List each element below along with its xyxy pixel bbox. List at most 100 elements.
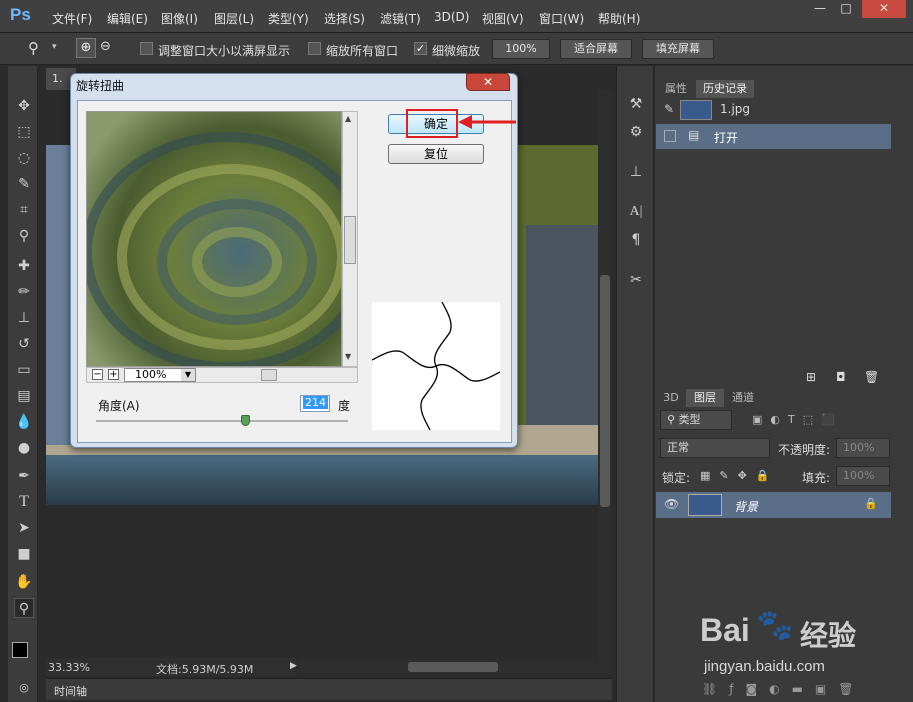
preview-h-scroll-thumb[interactable] [261, 369, 277, 381]
menu-bar: Ps 文件(F) 编辑(E) 图像(I) 图层(L) 类型(Y) 选择(S) 滤… [0, 0, 913, 33]
menu-image[interactable]: 图像(I) [161, 10, 198, 27]
path-select-tool-icon[interactable]: ➤ [14, 518, 34, 538]
history-item[interactable]: ▤ 打开 [656, 124, 891, 149]
menu-layer[interactable]: 图层(L) [214, 10, 254, 27]
camera-icon[interactable]: ◘ [836, 370, 846, 384]
scroll-up-icon[interactable]: ▲ [345, 114, 351, 123]
paragraph-icon[interactable]: ¶ [626, 230, 646, 250]
lasso-tool-icon[interactable]: ◌ [14, 148, 34, 168]
zoom-tool-icon[interactable]: ⚲ [28, 39, 39, 57]
quick-mask-icon[interactable]: ◎ [14, 678, 34, 698]
watermark-brand: Bai [700, 612, 750, 648]
healing-brush-tool-icon[interactable]: ✚ [14, 256, 34, 276]
preview-vertical-scrollbar[interactable]: ▲ ▼ [342, 111, 358, 367]
close-button[interactable]: ✕ [862, 0, 906, 18]
hand-tool-icon[interactable]: ✋ [14, 572, 34, 592]
zoom-all-checkbox[interactable] [308, 42, 321, 55]
restore-button[interactable]: □ [832, 0, 860, 18]
layer-footer-icons[interactable]: ⛓ƒ◙◐▬▣🗑 [702, 682, 865, 696]
clone-source-icon[interactable]: ⊥ [626, 162, 646, 182]
tab-channels[interactable]: 通道 [726, 389, 760, 407]
resize-windows-checkbox[interactable] [140, 42, 153, 55]
angle-input[interactable]: 214 [300, 395, 330, 412]
chevron-down-icon[interactable]: ▼ [181, 369, 195, 381]
canvas-vertical-scroll-thumb[interactable] [600, 275, 610, 507]
dodge-tool-icon[interactable]: ● [14, 438, 34, 458]
tab-layers[interactable]: 图层 [686, 389, 724, 407]
character-icon[interactable]: A| [626, 202, 646, 222]
pen-tool-icon[interactable]: ✒ [14, 466, 34, 486]
zoom-100-button[interactable]: 100% [492, 39, 550, 59]
type-tool-icon[interactable]: T [14, 492, 34, 512]
brush-presets-icon[interactable]: ⚒ [626, 94, 646, 114]
menu-select[interactable]: 选择(S) [324, 10, 365, 27]
fill-screen-button[interactable]: 填充屏幕 [642, 39, 714, 59]
angle-unit: 度 [338, 399, 351, 413]
gradient-tool-icon[interactable]: ▤ [14, 386, 34, 406]
menu-view[interactable]: 视图(V) [482, 10, 524, 27]
menu-help[interactable]: 帮助(H) [598, 10, 640, 27]
dialog-close-button[interactable]: ✕ [466, 73, 510, 91]
history-checkbox[interactable] [664, 130, 676, 142]
zoom-out-icon[interactable]: ⊖ [100, 39, 111, 54]
paw-logo-icon: 🐾 [756, 608, 794, 643]
menu-filter[interactable]: 滤镜(T) [380, 10, 421, 27]
quick-select-tool-icon[interactable]: ✎ [14, 174, 34, 194]
fill-label: 填充: [802, 471, 831, 485]
lock-icons[interactable]: ▦✎✥🔒 [700, 469, 779, 482]
layer-row[interactable]: 👁 背景 🔒 [656, 492, 891, 518]
chevron-down-icon[interactable]: ▾ [52, 42, 57, 52]
menu-edit[interactable]: 编辑(E) [107, 10, 148, 27]
filter-preview[interactable] [86, 111, 342, 367]
layer-filter-select[interactable]: ⚲ 类型 [660, 410, 732, 430]
canvas-horizontal-scroll-thumb[interactable] [408, 662, 498, 672]
status-arrow-icon[interactable]: ▶ [290, 661, 297, 671]
angle-slider-thumb[interactable] [241, 415, 251, 426]
new-document-icon[interactable]: ⊞ [806, 370, 816, 384]
trash-icon[interactable]: 🗑 [864, 370, 879, 384]
rectangle-tool-icon[interactable]: ■ [14, 544, 34, 564]
crop-tool-icon[interactable]: ⌗ [14, 200, 34, 220]
zoom-in-icon[interactable]: ⊕ [76, 38, 96, 58]
scrubby-zoom-checkbox[interactable]: ✓ [414, 42, 427, 55]
layer-filter-icons[interactable]: ▣◐T⬚⬛ [752, 413, 843, 426]
opacity-field[interactable]: 100% [836, 438, 890, 458]
timeline-label[interactable]: 时间轴 [54, 683, 87, 699]
foreground-color-swatch[interactable] [12, 642, 28, 658]
visibility-eye-icon[interactable]: 👁 [664, 497, 679, 511]
menu-window[interactable]: 窗口(W) [539, 10, 584, 27]
move-tool-icon[interactable]: ✥ [14, 96, 34, 116]
fit-screen-button[interactable]: 适合屏幕 [560, 39, 632, 59]
scroll-down-icon[interactable]: ▼ [345, 352, 351, 361]
fill-field[interactable]: 100% [836, 466, 890, 486]
menu-3d[interactable]: 3D(D) [434, 10, 469, 24]
adjustments-icon[interactable]: ⚙ [626, 122, 646, 142]
brush-tool-icon[interactable]: ✏ [14, 282, 34, 302]
zoom-out-button[interactable]: − [92, 369, 103, 380]
zoom-level[interactable]: 33.33% [48, 661, 90, 674]
history-snapshot[interactable]: ✎ 1.jpg [656, 98, 891, 122]
snapshot-thumbnail [680, 100, 712, 120]
preview-zoom-value: 100% [135, 368, 167, 381]
eyedropper-tool-icon[interactable]: ⚲ [14, 226, 34, 246]
marquee-tool-icon[interactable]: ⬚ [14, 122, 34, 142]
reset-button[interactable]: 复位 [388, 144, 484, 164]
preview-scroll-thumb[interactable] [344, 216, 356, 264]
preview-zoom-select[interactable]: 100% ▼ [124, 368, 196, 382]
tool-presets-icon[interactable]: ✂ [626, 270, 646, 290]
tools-panel: ✥ ⬚ ◌ ✎ ⌗ ⚲ ✚ ✏ ⊥ ↺ ▭ ▤ 💧 ● ✒ T ➤ ■ ✋ ⚲ … [8, 66, 38, 702]
eraser-tool-icon[interactable]: ▭ [14, 360, 34, 380]
minimize-button[interactable]: — [806, 0, 834, 18]
tab-properties[interactable]: 属性 [658, 80, 694, 98]
blur-tool-icon[interactable]: 💧 [14, 412, 34, 432]
clone-stamp-tool-icon[interactable]: ⊥ [14, 308, 34, 328]
tab-3d[interactable]: 3D [658, 389, 684, 407]
angle-slider-track[interactable] [96, 420, 348, 422]
history-brush-tool-icon[interactable]: ↺ [14, 334, 34, 354]
menu-file[interactable]: 文件(F) [52, 10, 92, 27]
zoom-in-button[interactable]: + [108, 369, 119, 380]
tab-history[interactable]: 历史记录 [696, 80, 754, 98]
menu-type[interactable]: 类型(Y) [268, 10, 309, 27]
blend-mode-select[interactable]: 正常 [660, 438, 770, 458]
zoom-tool-active-icon[interactable]: ⚲ [14, 598, 34, 618]
